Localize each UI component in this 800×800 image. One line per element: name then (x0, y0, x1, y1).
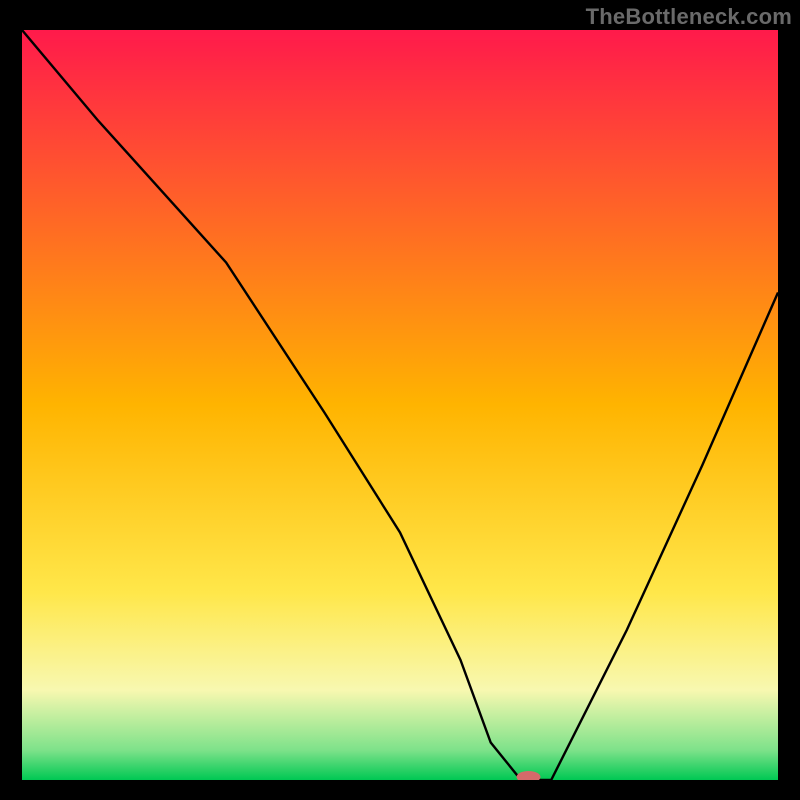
chart-svg (22, 30, 778, 780)
chart-frame: TheBottleneck.com (0, 0, 800, 800)
plot-area (22, 30, 778, 780)
gradient-background (22, 30, 778, 780)
watermark-text: TheBottleneck.com (586, 4, 792, 30)
